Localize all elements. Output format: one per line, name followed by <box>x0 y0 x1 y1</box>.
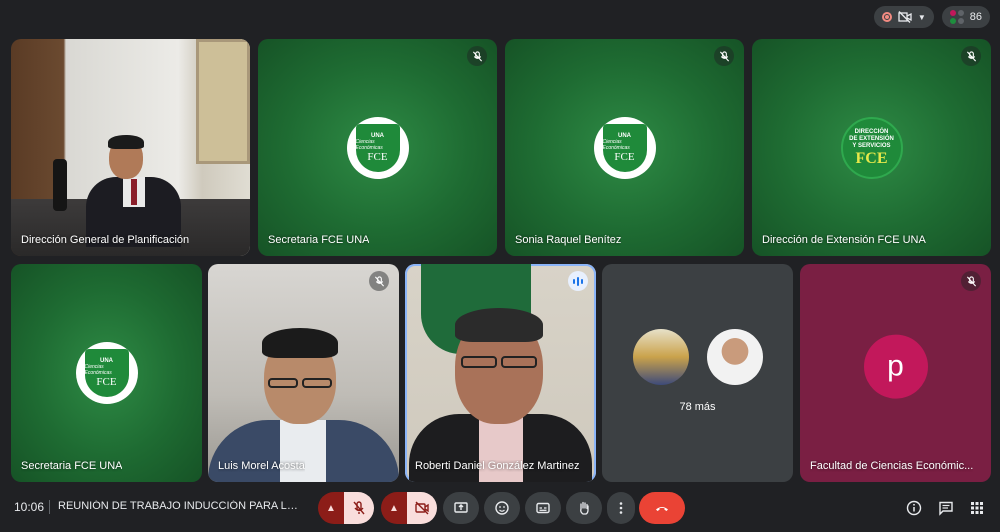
mic-off-icon <box>961 271 981 291</box>
participants-icon <box>949 10 964 24</box>
wall-painting <box>196 39 250 164</box>
participants-pill[interactable]: 86 <box>941 6 990 28</box>
logo-line3: Y SERVICIOS <box>852 142 891 149</box>
speaking-indicator-icon <box>568 271 588 291</box>
record-icon <box>881 12 892 22</box>
bottom-toolbar: 10:06 REUNIÓN DE TRABAJO INDUCCIÓN PARA … <box>0 488 1000 528</box>
logo-bottom-text: FCE <box>367 150 388 163</box>
raise-hand-button[interactable] <box>566 492 602 524</box>
more-participants-label: 78 más <box>679 401 716 413</box>
meeting-title: REUNIÓN DE TRABAJO INDUCCIÓN PARA LA F..… <box>58 500 303 512</box>
logo-bottom-text: FCE <box>614 150 635 163</box>
end-call-icon <box>656 507 668 511</box>
avatar: p <box>863 334 928 399</box>
tile-other-participants[interactable]: 78 más <box>602 264 793 482</box>
mic-off-icon <box>369 271 389 291</box>
recording-status-pill[interactable]: ▼ <box>873 6 934 28</box>
mic-off-icon <box>467 46 487 66</box>
logo-middle-text: Ciencias Económicas <box>355 138 383 151</box>
present-button[interactable] <box>443 492 479 524</box>
tile-luis-morel-acosta[interactable]: Luis Morel Acosta <box>208 264 399 482</box>
participant-thumbnails <box>632 329 763 385</box>
top-bar: ▼ 86 <box>873 6 990 28</box>
participant-name: Roberti Daniel González Martinez <box>415 460 580 472</box>
captions-icon <box>536 502 550 514</box>
chevron-down-icon: ▼ <box>917 12 926 22</box>
captions-button[interactable] <box>525 492 561 524</box>
more-options-button[interactable] <box>607 492 635 524</box>
logo-line2: DE EXTENSIÓN <box>849 135 894 142</box>
fce-logo: UNA Ciencias Económicas FCE <box>593 116 656 179</box>
mic-toggle-button[interactable] <box>344 492 374 524</box>
apps-icon[interactable] <box>969 500 985 516</box>
camera-toggle-button[interactable] <box>407 492 437 524</box>
participant-thumbnail <box>706 329 763 385</box>
end-call-button[interactable] <box>639 492 685 524</box>
fce-logo: UNA Ciencias Económicas FCE <box>346 116 409 179</box>
tile-secretaria-fce-una-2[interactable]: UNA Ciencias Económicas FCE Secretaria FCE… <box>11 264 202 482</box>
emoji-icon <box>495 501 509 515</box>
participant-name: Dirección de Extensión FCE UNA <box>762 234 926 246</box>
participant-name: Secretaria FCE UNA <box>21 460 123 472</box>
logo-middle-text: Ciencias Económicas <box>84 364 112 376</box>
tile-direccion-extension[interactable]: DIRECCIÓN DE EXTENSIÓN Y SERVICIOS FCE D… <box>752 39 991 256</box>
mic-options-button[interactable]: ▲ <box>318 492 344 524</box>
logo-line1: DIRECCIÓN <box>854 128 889 135</box>
logo-mark: FCE <box>855 149 888 167</box>
tile-sonia-raquel-benitez[interactable]: UNA Ciencias Económicas FCE Sonia Raquel B… <box>505 39 744 256</box>
reactions-button[interactable] <box>484 492 520 524</box>
chevron-up-icon: ▲ <box>389 502 399 514</box>
camera-off-icon <box>415 501 429 515</box>
tile-roberti-gonzalez[interactable]: Roberti Daniel González Martinez <box>405 264 596 482</box>
participant-name: Facultad de Ciencias Económic... <box>810 460 974 472</box>
tile-planificacion[interactable]: Dirección General de Planificación <box>11 39 250 256</box>
tile-secretaria-fce-una[interactable]: UNA Ciencias Económicas FCE Secretaria FCE… <box>258 39 497 256</box>
info-icon[interactable] <box>906 500 922 516</box>
more-options-icon <box>619 502 623 514</box>
divider <box>49 500 50 514</box>
thermos <box>53 159 67 211</box>
mic-off-icon <box>714 46 734 66</box>
participant-name: Secretaria FCE UNA <box>268 234 370 246</box>
participant-name: Dirección General de Planificación <box>21 234 190 246</box>
fce-logo: UNA Ciencias Económicas FCE <box>75 342 138 404</box>
logo-middle-text: Ciencias Económicas <box>602 138 630 151</box>
mic-off-icon <box>961 46 981 66</box>
meeting-time: 10:06 <box>14 500 45 514</box>
logo-bottom-text: FCE <box>96 376 117 388</box>
raise-hand-icon <box>580 501 589 515</box>
participant-name: Sonia Raquel Benítez <box>515 234 622 246</box>
chat-icon[interactable] <box>938 500 954 516</box>
present-icon <box>454 502 468 513</box>
mic-off-icon <box>353 501 365 515</box>
camera-options-button[interactable]: ▲ <box>381 492 407 524</box>
tile-facultad-ciencias-economicas[interactable]: p Facultad de Ciencias Económic... <box>800 264 991 482</box>
camera-off-icon <box>898 11 912 23</box>
participant-name: Luis Morel Acosta <box>218 460 305 472</box>
extension-logo: DIRECCIÓN DE EXTENSIÓN Y SERVICIOS FCE <box>840 116 903 179</box>
participant-count: 86 <box>969 11 982 23</box>
chevron-up-icon: ▲ <box>326 502 336 514</box>
participant-thumbnail <box>632 329 689 385</box>
